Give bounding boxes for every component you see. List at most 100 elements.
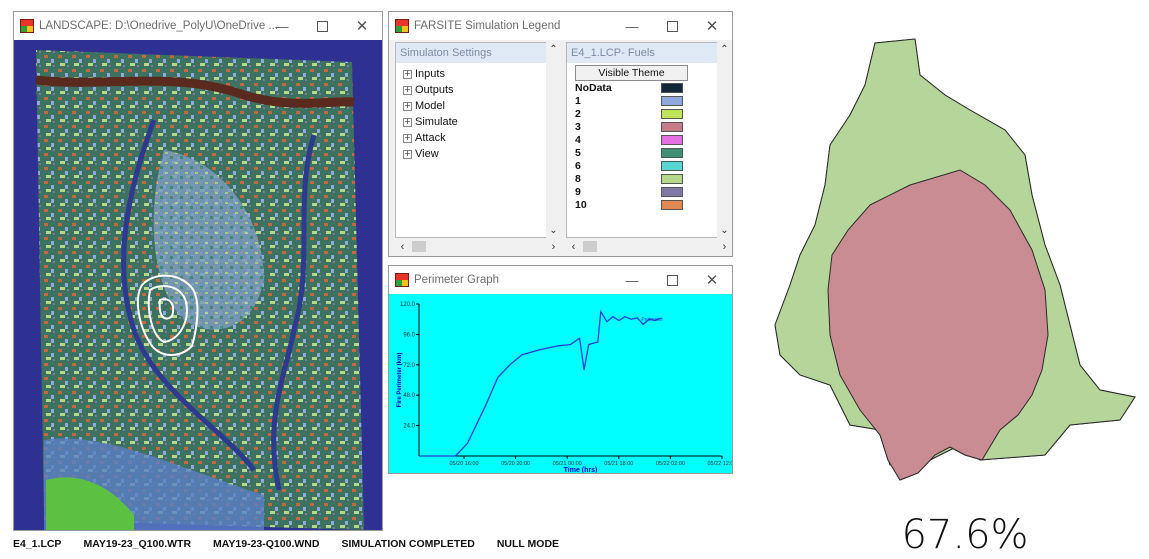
- perimeter-series-line: [419, 309, 662, 457]
- x-tick-label: 05/20 16:00: [449, 461, 478, 467]
- status-bar: E4_1.LCP MAY19-23_Q100.WTR MAY19-23-Q100…: [13, 535, 733, 553]
- fuel-legend-row: 10: [575, 198, 717, 211]
- tree-item-outputs[interactable]: + Outputs: [403, 82, 546, 98]
- close-button[interactable]: ✕: [692, 12, 732, 40]
- maximize-button[interactable]: [652, 12, 692, 40]
- fuel-label: 3: [575, 120, 581, 133]
- x-axis-label: Time (hrs): [564, 467, 598, 473]
- fuel-label: 10: [575, 198, 587, 211]
- landscape-window[interactable]: LANDSCAPE: D:\Onedrive_PolyU\OneDrive ..…: [13, 11, 383, 531]
- y-tick-label: 96.0: [403, 332, 415, 338]
- close-button[interactable]: ✕: [342, 12, 382, 40]
- scroll-down-icon[interactable]: ⌄: [717, 223, 732, 238]
- graph-titlebar[interactable]: Perimeter Graph — ✕: [389, 266, 732, 294]
- simulation-settings-pane[interactable]: Simulaton Settings + Inputs + Outputs + Mod…: [395, 42, 547, 238]
- fuel-legend-row: 5: [575, 146, 717, 159]
- series-label: Perimeter: [641, 317, 663, 323]
- scroll-thumb[interactable]: [583, 241, 597, 252]
- fuel-legend-row: 8: [575, 172, 717, 185]
- simulation-legend-window[interactable]: FARSITE Simulation Legend — ✕ Simulaton …: [388, 11, 733, 257]
- farsite-app-icon: [395, 273, 409, 287]
- landscape-map-canvas[interactable]: [14, 40, 382, 530]
- fuels-horizontal-scrollbar[interactable]: ‹ ›: [566, 239, 732, 254]
- fuel-color-swatch: [661, 186, 683, 197]
- fuel-list: NoData 1 2 3 4 5 6 8 9 10: [567, 81, 717, 211]
- expand-icon[interactable]: +: [403, 149, 412, 159]
- expand-icon[interactable]: +: [403, 85, 412, 95]
- scroll-down-icon[interactable]: ⌄: [546, 223, 561, 238]
- minimize-button[interactable]: —: [262, 12, 302, 40]
- fuel-legend-row: 4: [575, 133, 717, 146]
- y-tick-label: 120.0: [400, 302, 416, 308]
- fuel-label: 2: [575, 107, 581, 120]
- fuel-legend-row: 9: [575, 185, 717, 198]
- y-axis-label: Fire Perimeter (km): [397, 353, 403, 408]
- scroll-thumb[interactable]: [412, 241, 426, 252]
- settings-horizontal-scrollbar[interactable]: ‹ ›: [395, 239, 561, 254]
- tree-item-inputs[interactable]: + Inputs: [403, 66, 546, 82]
- legend-title: FARSITE Simulation Legend: [414, 20, 561, 32]
- fuel-color-swatch: [661, 160, 683, 171]
- tree-item-simulate[interactable]: + Simulate: [403, 114, 546, 130]
- fuel-label: 4: [575, 133, 581, 146]
- scroll-up-icon[interactable]: ⌃: [546, 42, 561, 57]
- graph-title: Perimeter Graph: [414, 274, 500, 286]
- fuel-legend-row: 6: [575, 159, 717, 172]
- fuel-legend-row: 3: [575, 120, 717, 133]
- scroll-left-icon[interactable]: ‹: [566, 241, 581, 253]
- tree-item-view[interactable]: + View: [403, 146, 546, 162]
- fuel-color-swatch: [661, 108, 683, 119]
- fuel-legend-row: 1: [575, 94, 717, 107]
- expand-icon[interactable]: +: [403, 117, 412, 127]
- fuel-color-swatch: [661, 147, 683, 158]
- maximize-icon: [666, 20, 678, 32]
- visible-theme-button[interactable]: Visible Theme: [575, 65, 688, 81]
- fuel-color-swatch: [661, 173, 683, 184]
- scroll-right-icon[interactable]: ›: [717, 241, 732, 253]
- maximize-icon: [666, 274, 678, 286]
- minimize-button[interactable]: —: [612, 266, 652, 294]
- expand-icon[interactable]: +: [403, 101, 412, 111]
- fuels-header: E4_1.LCP- Fuels: [567, 43, 717, 63]
- y-tick-label: 24.0: [403, 424, 415, 430]
- farsite-app-icon: [20, 19, 34, 33]
- tree-item-model[interactable]: + Model: [403, 98, 546, 114]
- maximize-button[interactable]: [652, 266, 692, 294]
- tree-item-attack[interactable]: + Attack: [403, 130, 546, 146]
- fuel-color-swatch: [661, 134, 683, 145]
- fuels-vertical-scrollbar[interactable]: ⌃ ⌄: [717, 42, 732, 238]
- perimeter-graph-window[interactable]: Perimeter Graph — ✕ 24.0 48.0 72.0 96.0 120.…: [388, 265, 737, 474]
- fuel-legend-row: NoData: [575, 81, 717, 94]
- fuels-legend-pane[interactable]: E4_1.LCP- Fuels Visible Theme NoData 1 2 3 4…: [566, 42, 718, 238]
- scroll-up-icon[interactable]: ⌃: [717, 42, 732, 57]
- status-wind-file: MAY19-23-Q100.WND: [213, 538, 320, 550]
- scroll-left-icon[interactable]: ‹: [395, 241, 410, 253]
- fuel-color-swatch: [661, 121, 683, 132]
- x-tick-label: 05/22 02:00: [656, 461, 685, 467]
- fuel-color-swatch: [661, 199, 683, 210]
- fuel-label: 1: [575, 94, 581, 107]
- status-landscape-file: E4_1.LCP: [13, 538, 62, 550]
- maximize-button[interactable]: [302, 12, 342, 40]
- status-mode: NULL MODE: [496, 538, 560, 550]
- fuel-legend-row: 2: [575, 107, 717, 120]
- minimize-button[interactable]: —: [612, 12, 652, 40]
- legend-titlebar[interactable]: FARSITE Simulation Legend — ✕: [389, 12, 732, 40]
- expand-icon[interactable]: +: [403, 133, 412, 143]
- scroll-right-icon[interactable]: ›: [546, 241, 561, 253]
- status-weather-file: MAY19-23_Q100.WTR: [83, 538, 192, 550]
- fuel-label: 6: [575, 159, 581, 172]
- x-tick-label: 05/21 18:00: [604, 461, 633, 467]
- settings-header: Simulaton Settings: [396, 43, 546, 63]
- expand-icon[interactable]: +: [403, 69, 412, 79]
- close-button[interactable]: ✕: [692, 266, 732, 294]
- landscape-titlebar[interactable]: LANDSCAPE: D:\Onedrive_PolyU\OneDrive ..…: [14, 12, 382, 40]
- fuel-label: 9: [575, 185, 581, 198]
- y-tick-label: 48.0: [403, 393, 415, 399]
- x-tick-label: 05/22 12:00: [707, 461, 732, 467]
- settings-vertical-scrollbar[interactable]: ⌃ ⌄: [546, 42, 561, 238]
- x-tick-label: 05/20 20:00: [501, 461, 530, 467]
- farsite-app-icon: [395, 19, 409, 33]
- status-simulation-state: SIMULATION COMPLETED: [341, 538, 475, 550]
- fuel-label: 5: [575, 146, 581, 159]
